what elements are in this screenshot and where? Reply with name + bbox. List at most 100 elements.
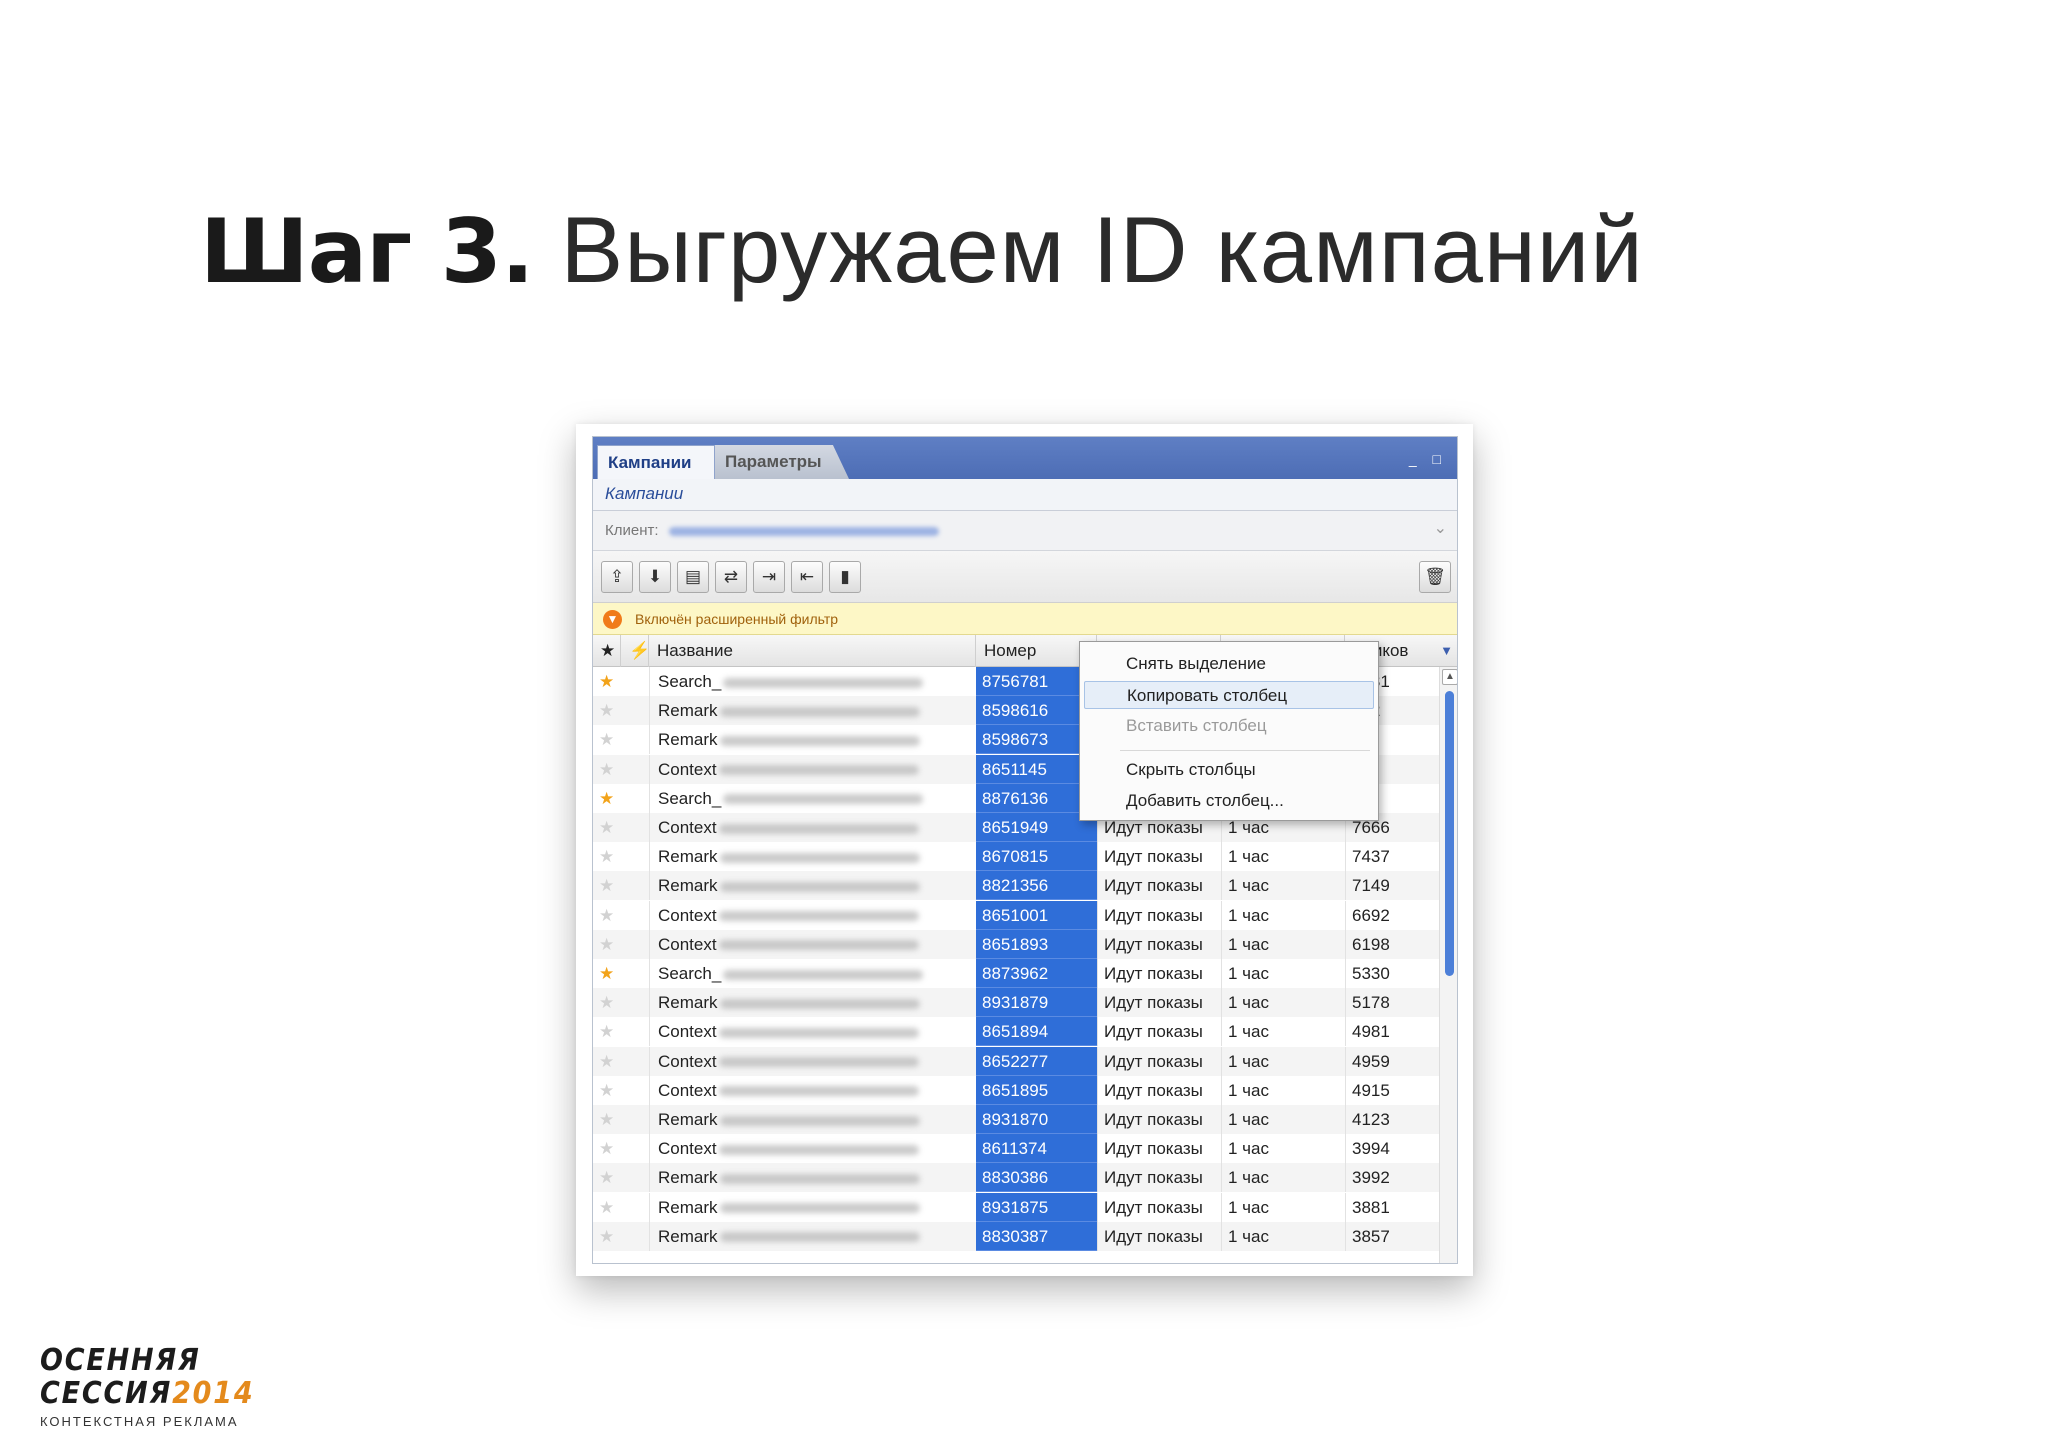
chevron-double-down-icon[interactable]: ⌄ xyxy=(1434,518,1447,538)
star-icon[interactable]: ★ xyxy=(593,1017,621,1046)
table-row[interactable]: ★ Remark 8830386 Идут показы 1 час 3992 xyxy=(593,1163,1439,1193)
campaign-clicks: 3857 xyxy=(1345,1221,1439,1251)
campaign-id[interactable]: 8652277 xyxy=(976,1046,1097,1076)
campaign-name-blurred xyxy=(719,1232,920,1243)
table-row[interactable]: ★ Remark 8670815 Идут показы 1 час 7437 xyxy=(593,842,1439,872)
campaign-id[interactable]: 8651895 xyxy=(976,1075,1097,1105)
campaign-name-prefix: Remark xyxy=(658,1110,718,1129)
menu-item-copy-column[interactable]: Копировать столбец xyxy=(1084,681,1374,709)
menu-item-add-column[interactable]: Добавить столбец... xyxy=(1084,787,1374,815)
campaign-id[interactable]: 8651894 xyxy=(976,1017,1097,1047)
campaign-name-blurred xyxy=(718,1086,919,1097)
campaign-name-prefix: Remark xyxy=(658,1197,718,1217)
campaign-status: Идут показы xyxy=(1097,1192,1221,1222)
campaign-clicks: 6198 xyxy=(1345,929,1439,959)
star-icon[interactable]: ★ xyxy=(593,667,621,696)
campaign-id[interactable]: 8611374 xyxy=(976,1134,1097,1164)
campaign-id[interactable]: 8873962 xyxy=(976,959,1097,988)
column-header-star[interactable]: ★ xyxy=(593,635,621,667)
campaign-clicks: 4915 xyxy=(1345,1075,1439,1105)
campaign-id[interactable]: 8670815 xyxy=(976,842,1097,872)
campaign-id[interactable]: 8931875 xyxy=(976,1192,1097,1222)
client-label: Клиент: xyxy=(605,522,659,539)
campaign-name: Remark xyxy=(649,696,989,726)
table-row[interactable]: ★ Search_ 8873962 Идут показы 1 час 5330 xyxy=(593,959,1439,988)
table-row[interactable]: ★ Context 8611374 Идут показы 1 час 3994 xyxy=(593,1134,1439,1164)
star-icon[interactable]: ★ xyxy=(593,1193,621,1222)
scroll-up-arrow-icon[interactable]: ▲ xyxy=(1442,669,1457,685)
menu-item-hide-columns[interactable]: Скрыть столбцы xyxy=(1084,756,1374,784)
campaign-period: 1 час xyxy=(1221,1192,1345,1222)
table-row[interactable]: ★ Remark 8931870 Идут показы 1 час 4123 xyxy=(593,1105,1439,1134)
table-row[interactable]: ★ Remark 8830387 Идут показы 1 час 3857 xyxy=(593,1221,1439,1251)
table-row[interactable]: ★ Context 8651895 Идут показы 1 час 4915 xyxy=(593,1075,1439,1105)
vertical-scrollbar[interactable]: ▲ xyxy=(1439,667,1457,1263)
download-icon[interactable]: ⬇ xyxy=(639,561,671,593)
campaign-name-prefix: Context xyxy=(658,905,717,925)
star-icon[interactable]: ★ xyxy=(593,1105,621,1134)
statistics-icon[interactable]: ▮ xyxy=(829,561,861,593)
star-icon[interactable]: ★ xyxy=(593,696,621,725)
delete-icon[interactable]: 🗑 xyxy=(1419,561,1451,593)
upload-icon[interactable]: ⇪ xyxy=(601,561,633,593)
import-icon[interactable]: ⇥ xyxy=(753,561,785,593)
filter-icon[interactable]: ▼ xyxy=(603,610,622,629)
campaign-id[interactable]: 8651001 xyxy=(976,900,1097,930)
section-header: Кампании xyxy=(593,479,1457,511)
table-row[interactable]: ★ Remark 8821356 Идут показы 1 час 7149 xyxy=(593,871,1439,901)
star-icon[interactable]: ★ xyxy=(593,842,621,871)
export-icon[interactable]: ⇤ xyxy=(791,561,823,593)
campaign-clicks: 3992 xyxy=(1345,1163,1439,1193)
table-row[interactable]: ★ Context 8652277 Идут показы 1 час 4959 xyxy=(593,1046,1439,1076)
column-header-name[interactable]: Название xyxy=(649,635,976,667)
campaign-name: Context xyxy=(649,1046,989,1076)
logo-line-2: СЕССИЯ2014 xyxy=(40,1377,254,1410)
tab-parameters[interactable]: Параметры xyxy=(715,445,849,479)
campaign-name-prefix: Context xyxy=(658,1022,717,1042)
star-icon[interactable]: ★ xyxy=(593,725,621,754)
scroll-thumb[interactable] xyxy=(1445,691,1454,976)
star-icon[interactable]: ★ xyxy=(593,755,621,784)
campaign-name: Remark xyxy=(649,842,989,872)
campaign-id[interactable]: 8830386 xyxy=(976,1163,1097,1193)
tab-campaigns[interactable]: Кампании xyxy=(597,445,715,479)
star-icon[interactable]: ★ xyxy=(593,1163,621,1192)
copy-campaign-icon[interactable]: ⇄ xyxy=(715,561,747,593)
sort-desc-icon[interactable]: ▼ xyxy=(1440,635,1453,667)
campaign-id[interactable]: 8830387 xyxy=(976,1221,1097,1251)
star-icon[interactable]: ★ xyxy=(593,784,621,813)
screenshot-frame: Кампании Параметры _ □ Кампании Клиент: … xyxy=(576,424,1473,1276)
campaign-id[interactable]: 8931879 xyxy=(976,988,1097,1018)
column-header-flash[interactable]: ⚡ xyxy=(621,635,649,667)
campaign-name-blurred xyxy=(718,940,919,951)
campaign-id[interactable]: 8931870 xyxy=(976,1105,1097,1134)
campaign-id[interactable]: 8651893 xyxy=(976,929,1097,959)
star-icon[interactable]: ★ xyxy=(593,871,621,900)
star-icon[interactable]: ★ xyxy=(593,1134,621,1163)
table-row[interactable]: ★ Context 8651894 Идут показы 1 час 4981 xyxy=(593,1017,1439,1047)
star-icon[interactable]: ★ xyxy=(593,930,621,959)
menu-item-paste-column[interactable]: Вставить столбец xyxy=(1084,712,1374,740)
star-icon[interactable]: ★ xyxy=(593,1222,621,1251)
star-icon[interactable]: ★ xyxy=(593,1047,621,1076)
client-name-blurred xyxy=(669,527,939,536)
star-icon[interactable]: ★ xyxy=(593,959,621,988)
campaign-id[interactable]: 8821356 xyxy=(976,871,1097,901)
table-row[interactable]: ★ Context 8651893 Идут показы 1 час 6198 xyxy=(593,929,1439,959)
menu-item-deselect[interactable]: Снять выделение xyxy=(1084,650,1374,678)
toolbar: ⇪ ⬇ ▤ ⇄ ⇥ ⇤ ▮ 🗑 xyxy=(593,551,1457,603)
table-row[interactable]: ★ Context 8651001 Идут показы 1 час 6692 xyxy=(593,900,1439,930)
window-controls[interactable]: _ □ xyxy=(1409,451,1447,467)
campaign-status: Идут показы xyxy=(1097,900,1221,930)
table-row[interactable]: ★ Remark 8931879 Идут показы 1 час 5178 xyxy=(593,988,1439,1018)
campaign-status: Идут показы xyxy=(1097,1163,1221,1193)
new-document-icon[interactable]: ▤ xyxy=(677,561,709,593)
star-icon[interactable]: ★ xyxy=(593,988,621,1017)
star-icon[interactable]: ★ xyxy=(593,901,621,930)
table-row[interactable]: ★ Remark 8931875 Идут показы 1 час 3881 xyxy=(593,1192,1439,1222)
star-icon[interactable]: ★ xyxy=(593,1076,621,1105)
tab-bar: Кампании Параметры _ □ xyxy=(593,437,1457,479)
star-icon[interactable]: ★ xyxy=(593,813,621,842)
campaign-name-blurred xyxy=(718,1144,919,1155)
campaign-name-blurred xyxy=(719,852,920,863)
